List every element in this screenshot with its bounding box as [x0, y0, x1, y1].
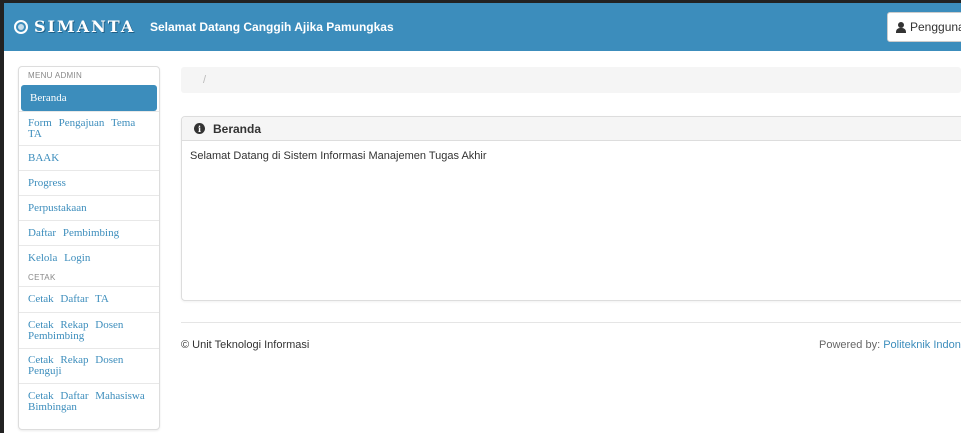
sidebar-item-perpustakaan[interactable]: Perpustakaan — [19, 195, 159, 220]
sidebar-item-cetak-daftar-ta[interactable]: Cetak Daftar TA — [19, 286, 159, 312]
content-panel: i Beranda Selamat Datang di Sistem Infor… — [181, 116, 961, 301]
sidebar-item-daftar-pembimbing[interactable]: Daftar Pembimbing — [19, 220, 159, 245]
footer-copyright: © Unit Teknologi Informasi — [181, 339, 310, 351]
brand[interactable]: SIMANTA — [14, 17, 135, 36]
sidebar-item-beranda[interactable]: Beranda — [21, 85, 157, 111]
sidebar-item-cetak-rekap-penguji[interactable]: Cetak Rekap Dosen Penguji — [19, 348, 159, 383]
sidebar-item-form-pengajuan[interactable]: Form Pengajuan Tema TA — [19, 111, 159, 145]
footer-powered-prefix: Powered by: — [819, 339, 884, 351]
footer-powered-by: Powered by: Politeknik Indonusa — [819, 339, 961, 351]
user-icon — [896, 21, 906, 33]
user-menu-label: Pengguna — [910, 20, 961, 34]
sidebar-item-progress[interactable]: Progress — [19, 170, 159, 195]
user-menu-button[interactable]: Pengguna — [887, 12, 961, 42]
sidebar-header-cetak: CETAK — [28, 273, 56, 282]
sidebar-header-admin: MENU ADMIN — [28, 71, 83, 80]
brand-text: SIMANTA — [34, 17, 136, 36]
sidebar: MENU ADMIN Beranda Form Pengajuan Tema T… — [18, 66, 160, 430]
panel-heading: i Beranda — [182, 117, 961, 141]
footer-divider — [181, 322, 961, 323]
panel-body-text: Selamat Datang di Sistem Informasi Manaj… — [190, 150, 487, 162]
app-frame: SIMANTA Selamat Datang Canggih Ajika Pam… — [0, 0, 961, 433]
sidebar-item-kelola-login[interactable]: Kelola Login — [19, 245, 159, 270]
sidebar-item-cetak-rekap-pembimbing[interactable]: Cetak Rekap Dosen Pembimbing — [19, 312, 159, 348]
top-navbar: SIMANTA Selamat Datang Canggih Ajika Pam… — [4, 3, 961, 51]
breadcrumb-separator: / — [203, 74, 207, 86]
footer-powered-link[interactable]: Politeknik Indonusa — [883, 339, 961, 351]
welcome-message: Selamat Datang Canggih Ajika Pamungkas — [150, 20, 394, 34]
breadcrumb: / — [181, 67, 961, 93]
panel-title: Beranda — [213, 121, 262, 136]
sidebar-item-baak[interactable]: BAAK — [19, 145, 159, 170]
sidebar-item-cetak-daftar-mahasiswa[interactable]: Cetak Daftar Mahasiswa Bimbingan — [19, 383, 159, 419]
info-icon: i — [194, 123, 205, 134]
logo-icon — [14, 19, 28, 34]
